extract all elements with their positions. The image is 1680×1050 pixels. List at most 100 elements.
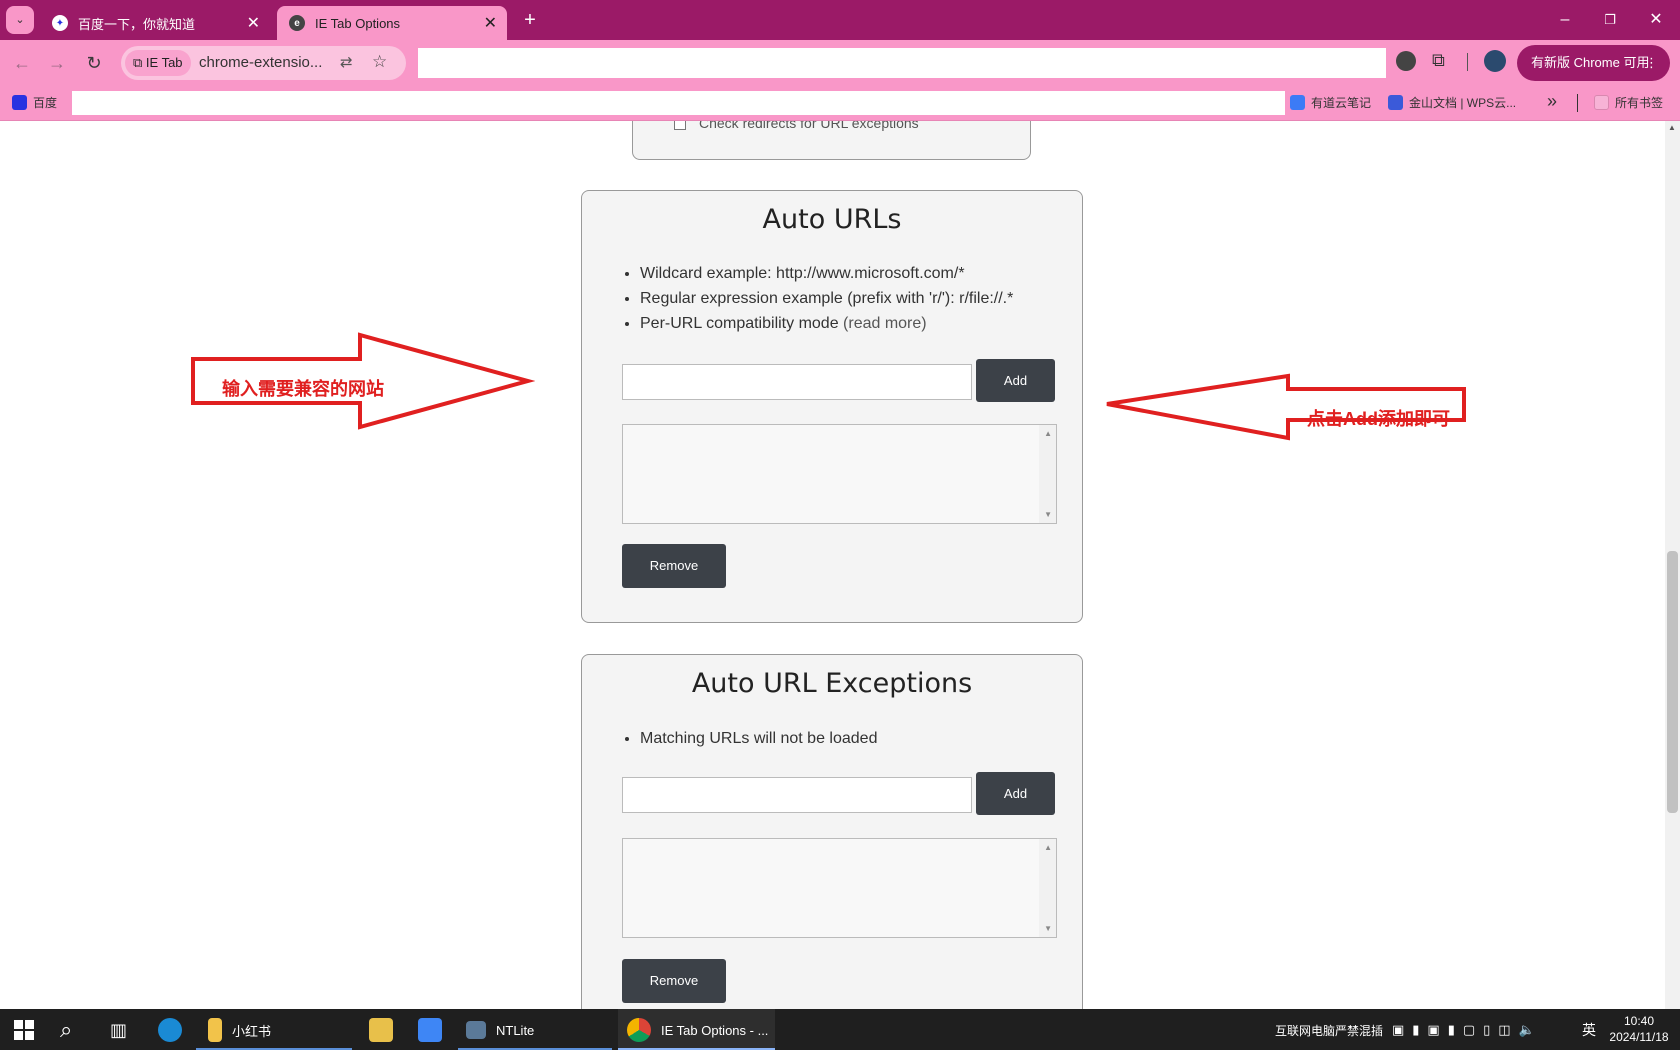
tray-status-text: 互联网电脑严禁混插 (1275, 1023, 1384, 1038)
edge-app[interactable] (158, 1017, 192, 1043)
hint-wildcard: Wildcard example: http://www.microsoft.c… (640, 265, 1013, 283)
windows-logo-icon (14, 1020, 34, 1040)
wps-docs-icon (1388, 95, 1403, 110)
bookmark-label: 金山文档 | WPS云... (1409, 96, 1517, 110)
browser-toolbar: ← → ↻ ⧉ IE Tab chrome-extensio... ⇄ ☆ ⧉ … (0, 40, 1680, 86)
hint-regex: Regular expression example (prefix with … (640, 290, 1013, 308)
auto-url-list[interactable]: ▲ ▼ (622, 424, 1057, 524)
puzzle-icon: ⧉ (133, 55, 146, 70)
bookmarks-bar: 百度 有道云笔记 金山文档 | WPS云... » 所有书签 (0, 86, 1680, 121)
bookmark-youdao[interactable]: 有道云笔记 (1290, 94, 1371, 111)
clock[interactable]: 10:40 2024/11/18 (1604, 1013, 1674, 1045)
card-title: Auto URL Exceptions (691, 668, 973, 699)
chrome-update-button[interactable]: 有新版 Chrome 可用 ⋮ (1517, 45, 1670, 81)
store-icon (369, 1018, 393, 1042)
list-scrollbar[interactable] (1039, 839, 1056, 937)
remove-exception-button[interactable]: Remove (622, 959, 726, 1003)
tab-baidu[interactable]: ✦ 百度一下，你就知道 ✕ (40, 6, 270, 40)
add-auto-url-button[interactable]: Add (976, 359, 1055, 402)
task-view-icon[interactable]: ▥ (110, 1017, 127, 1043)
youdao-note-icon (1290, 95, 1305, 110)
add-exception-button[interactable]: Add (976, 772, 1055, 815)
page-scrollbar[interactable]: ▲ (1665, 121, 1680, 1009)
annotation-right-text: 点击Add添加即可 (1307, 409, 1450, 429)
auto-urls-hints: Wildcard example: http://www.microsoft.c… (640, 265, 1013, 340)
scroll-down-arrow-icon[interactable]: ▼ (1044, 510, 1052, 519)
ime-indicator[interactable]: 英 (1582, 1017, 1596, 1043)
site-chip-label: IE Tab (145, 55, 183, 70)
remove-auto-url-button[interactable]: Remove (622, 544, 726, 588)
xiaohongshu-folder-app[interactable]: 小红书 (208, 1017, 271, 1043)
bookmark-label: 百度 (33, 96, 58, 110)
bird-icon (418, 1018, 442, 1042)
site-info-chip[interactable]: ⧉ IE Tab (125, 50, 191, 76)
search-icon[interactable]: ⌕ (60, 1017, 72, 1043)
back-arrow-icon[interactable]: ← (10, 51, 34, 75)
new-tab-button[interactable]: + (518, 8, 542, 32)
restore-button[interactable]: ❐ (1598, 8, 1622, 32)
scroll-up-arrow-icon[interactable]: ▲ (1044, 429, 1052, 438)
tab-ie-tab-options[interactable]: e IE Tab Options ✕ (277, 6, 507, 40)
page-scroll-thumb[interactable] (1667, 551, 1678, 813)
translate-icon[interactable]: ⇄ (340, 53, 353, 71)
bookmark-baidu[interactable]: 百度 (12, 94, 57, 111)
tab-search-button[interactable]: ⌄ (6, 6, 34, 34)
ie-tab-icon: e (289, 15, 305, 31)
hint-matching: Matching URLs will not be loaded (640, 730, 877, 748)
tab-title: 百度一下，你就知道 (78, 16, 196, 32)
options-page: Check redirects for URL exceptions Auto … (0, 121, 1665, 1009)
bookmark-label: 有道云笔记 (1311, 96, 1372, 110)
minimize-button[interactable]: – (1553, 8, 1577, 32)
ie-extension-icon[interactable] (1396, 51, 1416, 71)
ntlite-app[interactable]: NTLite (466, 1017, 534, 1043)
previous-settings-card: Check redirects for URL exceptions (632, 121, 1031, 160)
windows-taskbar: ⌕ ▥ 小红书 NTLite IE Tab Options - ... 互联网电… (0, 1009, 1680, 1050)
clock-date: 2024/11/18 (1609, 1030, 1669, 1044)
close-tab-icon[interactable]: ✕ (484, 13, 497, 33)
edge-icon (158, 1018, 182, 1042)
toolbar-divider (1467, 53, 1468, 71)
folder-icon (1594, 95, 1609, 110)
profile-avatar[interactable] (1484, 50, 1506, 72)
start-button[interactable] (14, 1017, 34, 1043)
bookmark-wps[interactable]: 金山文档 | WPS云... (1388, 94, 1516, 111)
feishu-app[interactable] (418, 1017, 452, 1043)
auto-url-input[interactable] (622, 364, 972, 400)
close-window-button[interactable]: ✕ (1644, 8, 1668, 32)
all-bookmarks-button[interactable]: 所有书签 (1594, 94, 1663, 111)
address-bar[interactable]: ⧉ IE Tab chrome-extensio... ⇄ ☆ (121, 46, 406, 80)
close-tab-icon[interactable]: ✕ (247, 13, 260, 33)
clock-time: 10:40 (1623, 1014, 1655, 1028)
store-app[interactable] (369, 1017, 403, 1043)
reload-icon[interactable]: ↻ (82, 51, 106, 75)
exception-url-list[interactable]: ▲ ▼ (622, 838, 1057, 938)
card-title: Auto URLs (762, 204, 902, 235)
overflow-label: » (1547, 91, 1558, 111)
hint-compat-mode: Per-URL compatibility mode (read more) (640, 315, 1013, 333)
scroll-up-arrow-icon[interactable]: ▲ (1044, 843, 1052, 852)
tray-icons[interactable]: ▣▮▣▮▢▯◫🔈 (1392, 1017, 1543, 1043)
scroll-down-arrow-icon[interactable]: ▼ (1044, 924, 1052, 933)
exception-url-input[interactable] (622, 777, 972, 813)
extensions-puzzle-icon[interactable]: ⧉ (1432, 50, 1445, 71)
redirect-checkbox-label: Check redirects for URL exceptions (699, 121, 919, 131)
forward-arrow-icon[interactable]: → (45, 51, 69, 75)
chrome-app[interactable]: IE Tab Options - ... (627, 1017, 768, 1043)
ntlite-icon (466, 1021, 486, 1039)
redirect-checkbox[interactable] (674, 121, 686, 130)
app-label: NTLite (496, 1022, 535, 1038)
chrome-icon (627, 1018, 651, 1042)
star-icon[interactable]: ☆ (372, 52, 387, 72)
annotation-left-text: 输入需要兼容的网站 (222, 379, 384, 399)
update-label: 有新版 Chrome 可用 (1531, 55, 1650, 70)
hint-compat-text: Per-URL compatibility mode (640, 315, 844, 332)
url-text[interactable]: chrome-extensio... (199, 54, 322, 71)
folder-icon (208, 1018, 222, 1042)
read-more-link[interactable]: (read more) (843, 315, 927, 332)
bookmarks-overflow-button[interactable]: » (1547, 91, 1557, 112)
toolbar-blank-area (418, 48, 1386, 78)
bookmarks-divider (1577, 94, 1578, 112)
bookmark-label: 所有书签 (1615, 96, 1664, 110)
scroll-up-arrow-icon[interactable]: ▲ (1668, 123, 1676, 132)
list-scrollbar[interactable] (1039, 425, 1056, 523)
